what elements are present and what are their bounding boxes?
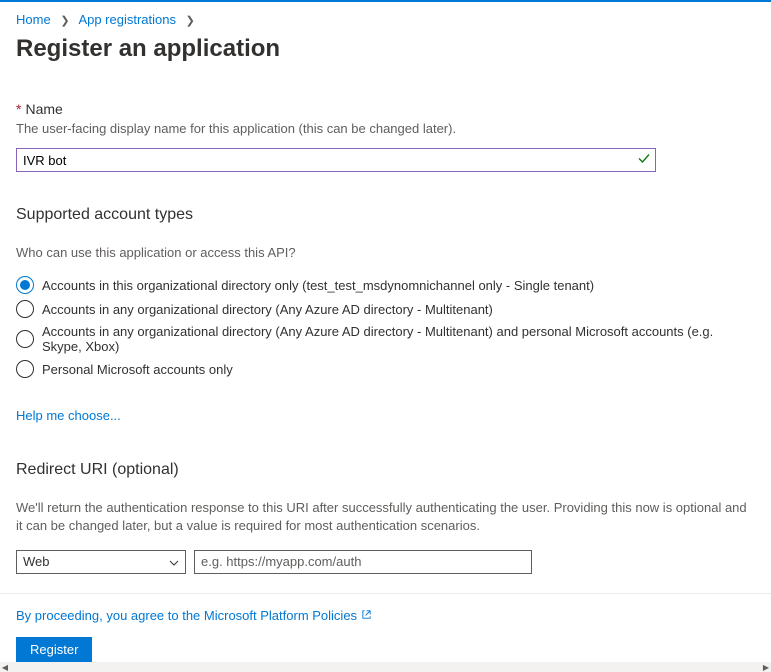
radio-label: Accounts in any organizational directory…: [42, 324, 755, 354]
name-description: The user-facing display name for this ap…: [16, 121, 755, 136]
help-me-choose-link[interactable]: Help me choose...: [16, 408, 121, 423]
account-type-option-3[interactable]: Personal Microsoft accounts only: [16, 360, 755, 378]
account-types-title: Supported account types: [16, 206, 755, 224]
account-type-option-1[interactable]: Accounts in any organizational directory…: [16, 300, 755, 318]
chevron-down-icon: [169, 554, 179, 569]
radio-icon: [16, 300, 34, 318]
breadcrumb-home[interactable]: Home: [16, 12, 51, 27]
platform-policies-link[interactable]: By proceeding, you agree to the Microsof…: [16, 608, 372, 623]
radio-icon: [16, 360, 34, 378]
scroll-right-icon: ▶: [761, 662, 771, 672]
name-label: *Name: [16, 101, 755, 117]
account-type-option-0[interactable]: Accounts in this organizational director…: [16, 276, 755, 294]
redirect-title: Redirect URI (optional): [16, 461, 755, 479]
name-input[interactable]: [16, 148, 656, 172]
dropdown-value: Web: [23, 554, 50, 569]
account-type-option-2[interactable]: Accounts in any organizational directory…: [16, 324, 755, 354]
account-types-desc: Who can use this application or access t…: [16, 244, 755, 262]
radio-label: Accounts in this organizational director…: [42, 278, 594, 293]
radio-label: Personal Microsoft accounts only: [42, 362, 233, 377]
footer: By proceeding, you agree to the Microsof…: [0, 593, 771, 672]
scroll-left-icon: ◀: [0, 662, 10, 672]
radio-icon: [16, 276, 34, 294]
radio-label: Accounts in any organizational directory…: [42, 302, 493, 317]
page-title: Register an application: [16, 35, 755, 63]
redirect-uri-input[interactable]: [194, 550, 532, 574]
chevron-right-icon: ❯: [60, 15, 69, 27]
checkmark-icon: [638, 153, 650, 168]
redirect-platform-dropdown[interactable]: Web: [16, 550, 186, 574]
register-button[interactable]: Register: [16, 637, 92, 662]
horizontal-scrollbar[interactable]: ◀ ▶: [0, 662, 771, 672]
external-link-icon: [361, 608, 372, 623]
redirect-desc: We'll return the authentication response…: [16, 499, 755, 535]
breadcrumb-app-registrations[interactable]: App registrations: [78, 12, 176, 27]
radio-icon: [16, 330, 34, 348]
breadcrumb: Home ❯ App registrations ❯: [16, 2, 755, 35]
chevron-right-icon: ❯: [186, 15, 195, 27]
